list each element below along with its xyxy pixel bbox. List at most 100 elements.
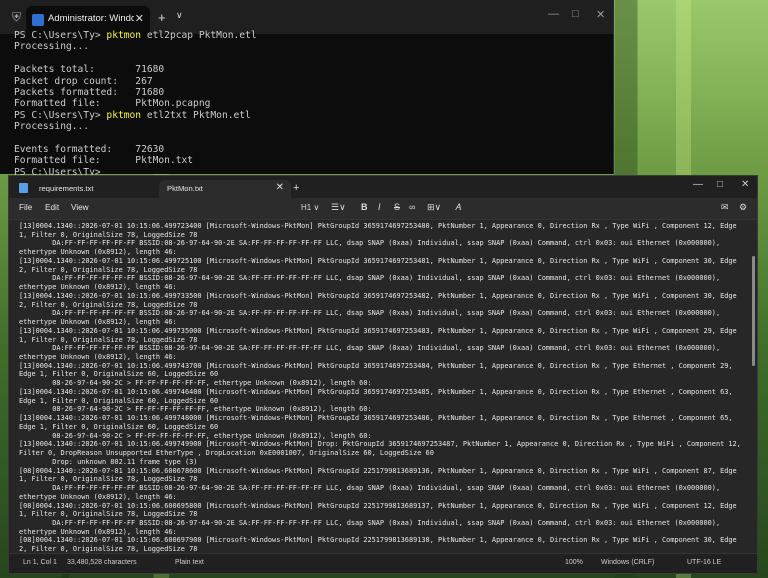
text-line: [13]0004.1340::2026-07-01 10:15:06.49974… <box>19 361 733 370</box>
text-line: ethertype Unknown (0x8912), length 46: <box>19 248 177 257</box>
tab-label: requirements.txt <box>39 184 94 193</box>
clear-format-icon[interactable]: 𝐴 <box>455 202 461 213</box>
status-bar: Ln 1, Col 1 33,480,528 characters Plain … <box>9 553 757 573</box>
terminal-line: Formatted file: PktMon.pcapng <box>14 98 211 110</box>
text-line: 08-26-97-64-90-2C > FF-FF-FF-FF-FF-FF, e… <box>19 379 372 388</box>
text-line: DA:FF-FF-FF-FF-FF-FF BSSID:08-26-97-64-9… <box>19 309 721 318</box>
command-name: pktmon <box>106 30 142 41</box>
text-line: DA:FF-FF-FF-FF-FF-FF BSSID:08-26-97-64-9… <box>19 274 721 283</box>
text-line: 08-26-97-64-90-2C > FF-FF-FF-FF-FF-FF, e… <box>19 405 372 414</box>
text-line: ethertype Unknown (0x8912), length 46: <box>19 492 177 501</box>
terminal-line: Packet drop count: 267 <box>14 75 153 87</box>
notepad-editor[interactable]: [13]0004.1340::2026-07-01 10:15:06.49972… <box>19 222 747 554</box>
heading-label: H1 <box>301 203 312 212</box>
minimize-button[interactable]: — <box>693 179 703 190</box>
close-button[interactable]: ✕ <box>596 8 605 21</box>
copilot-icon[interactable]: ✉ <box>721 202 729 213</box>
menu-edit[interactable]: Edit <box>45 203 59 212</box>
table-icon[interactable]: ⊞∨ <box>427 202 441 213</box>
tab-pktmon[interactable]: PktMon.txt ✕ <box>159 180 291 198</box>
bold-icon[interactable]: B <box>361 202 368 212</box>
list-icon[interactable]: ☰∨ <box>331 202 346 213</box>
heading-dropdown[interactable]: H1 ∨ <box>301 203 319 212</box>
command-name: pktmon <box>106 109 142 121</box>
tab-requirements[interactable]: requirements.txt <box>31 180 157 198</box>
vertical-scrollbar[interactable] <box>752 256 755 366</box>
notepad-window[interactable]: requirements.txt PktMon.txt ✕ + — □ ✕ Fi… <box>8 175 758 574</box>
text-line: 08-26-97-64-90-2C > FF-FF-FF-FF-FF-FF, e… <box>19 431 372 440</box>
text-line: Edge 1, Filter 0, OriginalSize 60, Logge… <box>19 422 219 431</box>
menu-file[interactable]: File <box>19 203 32 212</box>
text-line: Drop: unknown 802.11 frame type (3) <box>19 457 198 466</box>
gear-icon[interactable]: ⚙ <box>739 202 747 213</box>
text-line: Edge 1, Filter 0, OriginalSize 60, Logge… <box>19 370 219 379</box>
text-line: [13]0004.1340::2026-07-01 10:15:06.49973… <box>19 326 737 335</box>
encoding[interactable]: UTF-16 LE <box>687 559 721 566</box>
terminal-line: PS C:\Users\Ty> pktmon etl2pcap PktMon.e… <box>14 30 605 41</box>
line-ending[interactable]: Windows (CRLF) <box>601 559 654 566</box>
text-line: Filter 0, DropReason Unsupported EtherTy… <box>19 449 434 458</box>
maximize-button[interactable]: □ <box>717 179 723 190</box>
text-line: [08]0004.1340::2026-07-01 10:15:06.60069… <box>19 501 737 510</box>
text-line: ethertype Unknown (0x8912), length 46: <box>19 527 177 536</box>
text-line: 2, Filter 0, OriginalSize 78, LoggedSize… <box>19 300 198 309</box>
menubar: File Edit View H1 ∨ ☰∨ B I S ∞ ⊞∨ 𝐴 ✉ ⚙ <box>9 198 757 220</box>
link-icon[interactable]: ∞ <box>409 202 415 212</box>
terminal-line: Packets total: 71680 <box>14 64 165 76</box>
chevron-down-icon[interactable]: ∨ <box>176 10 183 21</box>
terminal-line: Formatted file: PktMon.txt <box>14 155 194 167</box>
command-args: etl2txt PktMon.etl <box>141 109 251 121</box>
terminal-titlebar: ⛨ Administrator: Windows Pow ✕ + ∨ — □ ✕ <box>0 0 613 34</box>
minimize-button[interactable]: — <box>548 8 559 20</box>
close-tab-icon[interactable]: ✕ <box>276 182 284 193</box>
tab-label: PktMon.txt <box>167 184 203 193</box>
new-tab-button[interactable]: + <box>293 182 299 194</box>
cursor-position: Ln 1, Col 1 <box>23 559 57 566</box>
text-line: [08]0004.1340::2026-07-01 10:15:06.60067… <box>19 466 737 475</box>
text-line: DA:FF-FF-FF-FF-FF-FF BSSID:08-26-97-64-9… <box>19 518 721 527</box>
notepad-icon <box>19 183 28 193</box>
file-format: Plain text <box>175 559 204 566</box>
character-count: 33,480,528 characters <box>67 559 137 566</box>
text-line: [13]0004.1340::2026-07-01 10:15:06.49972… <box>19 256 737 265</box>
powershell-icon <box>32 14 44 26</box>
text-line: [13]0004.1340::2026-07-01 10:15:06.49974… <box>19 414 733 423</box>
text-line: ethertype Unknown (0x8912), length 46: <box>19 318 177 327</box>
terminal-output[interactable]: PS C:\Users\Ty> pktmon etl2pcap PktMon.e… <box>14 30 605 178</box>
command-args: etl2pcap PktMon.etl <box>141 30 257 41</box>
text-line: 1, Filter 0, OriginalSize 78, LoggedSize… <box>19 230 198 239</box>
text-line: 1, Filter 0, OriginalSize 78, LoggedSize… <box>19 475 198 484</box>
terminal-tab-label: Administrator: Windows Pow <box>48 13 134 24</box>
terminal-line: Processing... <box>14 41 90 53</box>
text-line: ethertype Unknown (0x8912), length 46: <box>19 353 177 362</box>
strikethrough-icon[interactable]: S <box>394 202 400 212</box>
text-line: DA:FF-FF-FF-FF-FF-FF BSSID:08-26-97-64-9… <box>19 484 721 493</box>
notepad-tabbar: requirements.txt PktMon.txt ✕ + — □ ✕ <box>9 176 757 198</box>
text-line: [13]0004.1340::2026-07-01 10:15:06.49972… <box>19 222 737 230</box>
terminal-line: PS C:\Users\Ty> pktmon etl2txt PktMon.et… <box>14 110 605 121</box>
prompt: PS C:\Users\Ty> <box>14 109 107 121</box>
menu-view[interactable]: View <box>71 203 89 212</box>
text-line: DA:FF-FF-FF-FF-FF-FF BSSID:08-26-97-64-9… <box>19 239 721 248</box>
text-line: [08]0004.1340::2026-07-01 10:15:06.60069… <box>19 536 737 545</box>
maximize-button[interactable]: □ <box>572 8 579 20</box>
text-line: 1, Filter 0, OriginalSize 78, LoggedSize… <box>19 335 198 344</box>
text-line: DA:FF-FF-FF-FF-FF-FF BSSID:08-26-97-64-9… <box>19 344 721 353</box>
close-tab-icon[interactable]: ✕ <box>135 12 144 25</box>
terminal-line: Processing... <box>14 121 90 133</box>
new-tab-button[interactable]: + <box>158 10 166 25</box>
terminal-window[interactable]: ⛨ Administrator: Windows Pow ✕ + ∨ — □ ✕… <box>0 0 614 178</box>
italic-icon[interactable]: I <box>378 202 381 212</box>
text-line: [13]0004.1340::2026-07-01 10:15:06.49974… <box>19 387 733 396</box>
terminal-line: Packets formatted: 71680 <box>14 87 165 99</box>
text-line: ethertype Unknown (0x8912), length 46: <box>19 283 177 292</box>
zoom-level[interactable]: 100% <box>565 559 583 566</box>
text-line: [13]0004.1340::2026-07-01 10:15:06.49973… <box>19 291 737 300</box>
text-line: 1, Filter 0, OriginalSize 78, LoggedSize… <box>19 510 198 519</box>
close-button[interactable]: ✕ <box>741 179 749 190</box>
text-line: Edge 1, Filter 0, OriginalSize 60, Logge… <box>19 396 219 405</box>
prompt: PS C:\Users\Ty> <box>14 30 107 41</box>
text-line: 2, Filter 0, OriginalSize 78, LoggedSize… <box>19 265 198 274</box>
